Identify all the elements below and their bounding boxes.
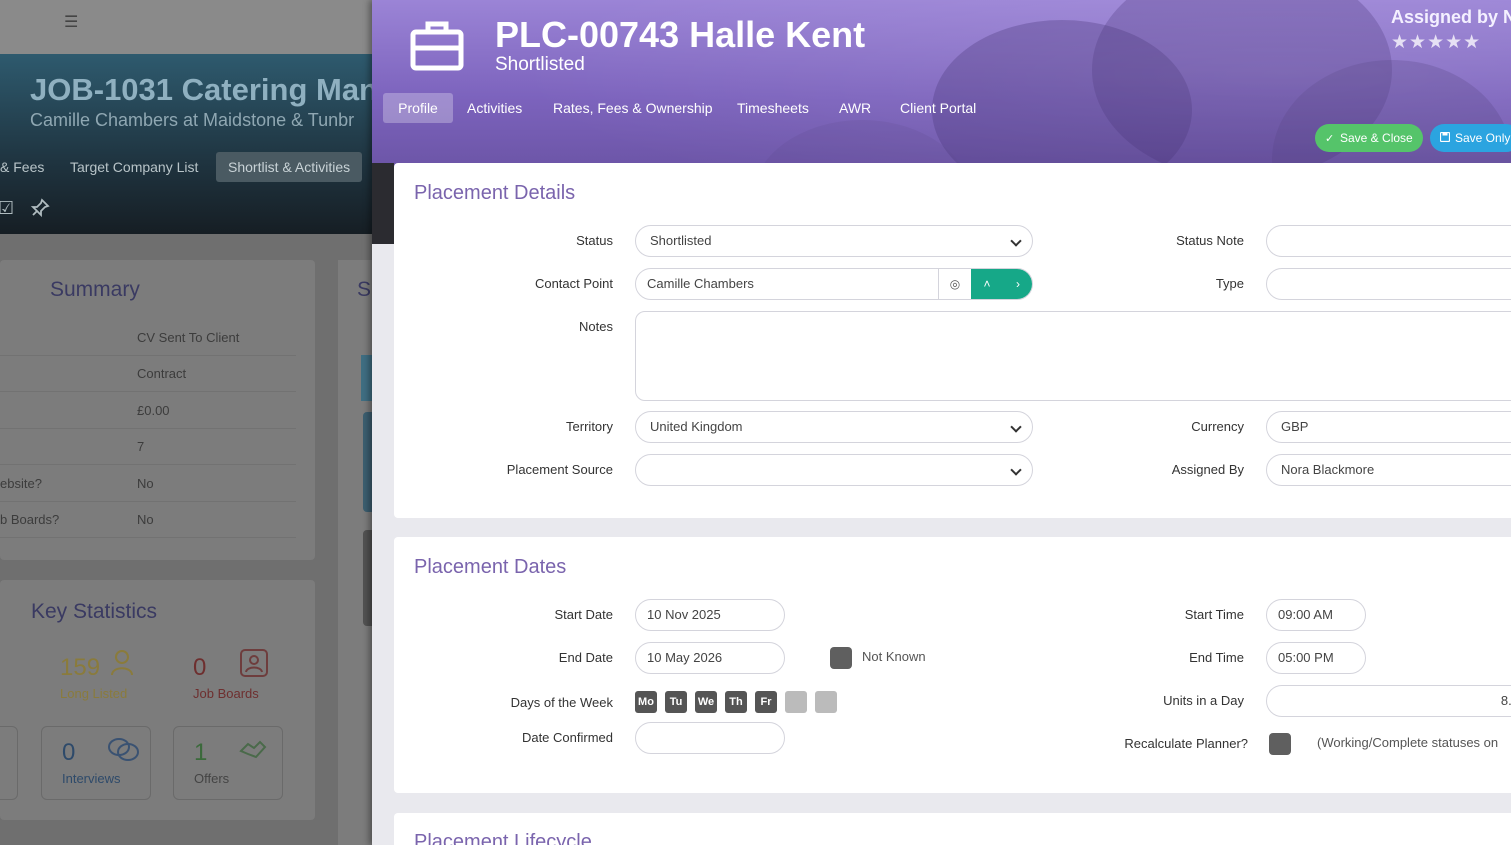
summary-row: CV Sent To Client — [0, 320, 296, 356]
key-statistics-card: Key Statistics 159 Long Listed 0 Job Boa… — [0, 580, 315, 820]
days-of-week-label: Days of the Week — [510, 695, 613, 710]
person-search-icon — [110, 648, 140, 678]
background-tab-target-company-list[interactable]: Target Company List — [70, 152, 198, 182]
stat-box-partial — [0, 726, 18, 800]
placement-title: PLC-00743 Halle Kent — [495, 14, 866, 55]
pin-icon[interactable] — [30, 198, 50, 218]
day-tuesday-toggle[interactable]: Tu — [665, 691, 687, 713]
day-wednesday-toggle[interactable]: We — [695, 691, 717, 713]
summary-row: b Boards? No — [0, 502, 296, 538]
background-side-card: S — [338, 260, 372, 845]
check-icon: ✓ — [1325, 133, 1335, 145]
end-time-input[interactable]: 05:00 PM — [1266, 642, 1366, 674]
placement-dates-card: Placement Dates Start Date 10 Nov 2025 S… — [394, 537, 1511, 793]
stat-interviews[interactable]: 0 Interviews — [41, 726, 151, 800]
floppy-disk-icon — [1439, 125, 1452, 153]
background-tab-shortlist-activities[interactable]: Shortlist & Activities — [216, 152, 363, 182]
day-friday-toggle[interactable]: Fr — [755, 691, 777, 713]
not-known-label: Not Known — [862, 649, 926, 664]
start-date-input[interactable]: 10 Nov 2025 — [635, 599, 785, 631]
notes-textarea[interactable] — [635, 311, 1511, 401]
placement-lifecycle-card: Placement Lifecycle — [394, 813, 1511, 845]
background-tab-fees[interactable]: & Fees — [0, 152, 44, 182]
summary-row: ebsite? No — [0, 466, 296, 502]
summary-row: Contract — [0, 356, 296, 392]
recalculate-planner-label: Recalculate Planner? — [1124, 736, 1248, 751]
type-label: Type — [1215, 276, 1244, 291]
placement-source-select[interactable] — [635, 454, 1033, 486]
day-saturday-toggle[interactable] — [785, 691, 807, 713]
profile-board-icon — [239, 648, 269, 678]
placement-details-title: Placement Details — [414, 182, 576, 204]
recalculate-planner-note: (Working/Complete statuses on — [1317, 735, 1499, 750]
save-close-button[interactable]: ✓ Save & Close — [1315, 124, 1423, 152]
chevron-up-icon[interactable]: ˄ — [971, 269, 1003, 299]
summary-row: £0.00 — [0, 393, 296, 429]
tab-activities[interactable]: Activities — [467, 93, 522, 123]
end-date-input[interactable]: 10 May 2026 — [635, 642, 785, 674]
tab-client-portal[interactable]: Client Portal — [900, 93, 976, 123]
tab-profile[interactable]: Profile — [383, 93, 453, 123]
end-date-label: End Date — [558, 650, 613, 665]
assigned-by-select[interactable]: Nora Blackmore — [1266, 454, 1511, 486]
tab-awr[interactable]: AWR — [839, 93, 871, 123]
status-label: Status — [576, 233, 613, 248]
placement-lifecycle-title: Placement Lifecycle — [414, 831, 592, 845]
key-statistics-title: Key Statistics — [31, 600, 158, 623]
checkbox-icon[interactable]: ☑ — [0, 198, 18, 218]
handshake-icon — [238, 735, 268, 765]
background-topbar: ☰ — [0, 0, 372, 54]
contact-point-label: Contact Point — [534, 276, 613, 291]
chat-bubbles-icon — [106, 735, 139, 765]
stat-offers[interactable]: 1 Offers — [173, 726, 283, 800]
placement-status-subtitle: Shortlisted — [495, 54, 585, 75]
type-input[interactable] — [1266, 268, 1511, 300]
start-date-label: Start Date — [554, 607, 613, 622]
territory-label: Territory — [566, 419, 613, 434]
save-only-button[interactable]: Save Only — [1430, 124, 1511, 152]
tab-rates-fees-ownership[interactable]: Rates, Fees & Ownership — [553, 93, 713, 123]
currency-label: Currency — [1191, 419, 1244, 434]
placement-panel: PLC-00743 Halle Kent Shortlisted Assigne… — [372, 0, 1511, 845]
summary-row: 7 — [0, 429, 296, 465]
contact-point-input[interactable]: Camille Chambers ◎ ˄ › — [635, 268, 1033, 300]
placement-source-label: Placement Source — [506, 462, 613, 477]
end-time-label: End Time — [1189, 650, 1244, 665]
tab-timesheets[interactable]: Timesheets — [737, 93, 809, 123]
units-in-a-day-label: Units in a Day — [1163, 693, 1244, 708]
day-sunday-toggle[interactable] — [815, 691, 837, 713]
header-shadow — [372, 163, 394, 244]
background-job-title: JOB-1031 Catering Mana — [30, 72, 396, 107]
placement-details-card: Placement Details Status Shortlisted Sta… — [394, 163, 1511, 518]
status-select[interactable]: Shortlisted — [635, 225, 1033, 257]
view-eye-icon[interactable]: ◎ — [938, 269, 971, 299]
rating-stars[interactable]: ★★★★★ — [1391, 31, 1481, 54]
date-confirmed-label: Date Confirmed — [521, 730, 613, 745]
placement-dates-title: Placement Dates — [414, 556, 567, 578]
assigned-by-label: Assigned By — [1171, 462, 1244, 477]
notes-label: Notes — [579, 319, 613, 334]
territory-select[interactable]: United Kingdom — [635, 411, 1033, 443]
day-thursday-toggle[interactable]: Th — [725, 691, 747, 713]
chevron-right-icon[interactable]: › — [1003, 269, 1032, 299]
currency-select[interactable]: GBP — [1266, 411, 1511, 443]
units-in-a-day-input[interactable]: 8.0 — [1266, 685, 1511, 717]
status-note-input[interactable] — [1266, 225, 1511, 257]
start-time-input[interactable]: 09:00 AM — [1266, 599, 1366, 631]
assigned-by-heading: Assigned by N — [1391, 7, 1511, 27]
summary-title: Summary — [50, 278, 140, 301]
not-known-checkbox[interactable] — [830, 647, 852, 669]
briefcase-icon — [410, 20, 464, 72]
status-note-label: Status Note — [1176, 233, 1244, 248]
day-monday-toggle[interactable]: Mo — [635, 691, 657, 713]
date-confirmed-input[interactable] — [635, 722, 785, 754]
start-time-label: Start Time — [1184, 607, 1244, 622]
summary-card: Summary CV Sent To Client Contract £0.00… — [0, 260, 315, 560]
recalculate-planner-checkbox[interactable] — [1269, 733, 1291, 755]
background-job-subtitle: Camille Chambers at Maidstone & Tunbr — [30, 110, 355, 130]
hamburger-menu-icon[interactable]: ☰ — [64, 15, 82, 31]
